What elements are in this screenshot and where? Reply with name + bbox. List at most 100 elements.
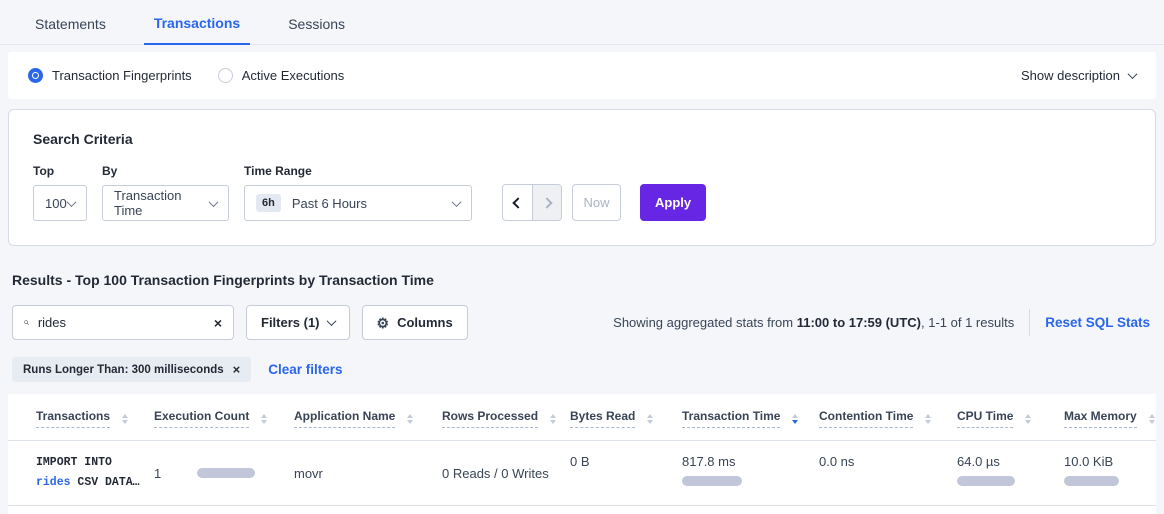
next-time-window-button[interactable] (532, 185, 561, 220)
time-range-field: Time Range 6h Past 6 Hours (244, 164, 472, 221)
column-header-contention-time[interactable]: Contention Time (819, 394, 957, 440)
transaction-time-value: 817.8 ms (682, 454, 819, 469)
stats-suffix: , 1-1 of 1 results (921, 315, 1014, 330)
gear-icon: ⚙ (377, 316, 390, 330)
execution-count-value: 1 (154, 466, 161, 481)
chevron-right-icon (541, 197, 552, 208)
sort-icon[interactable] (1025, 414, 1031, 424)
column-header-bytes-read[interactable]: Bytes Read (570, 394, 682, 440)
radio-selected-icon (28, 68, 43, 83)
rows-processed-cell: 0 Reads / 0 Writes (442, 441, 570, 505)
filter-tag: Runs Longer Than: 300 milliseconds × (12, 357, 251, 382)
show-description-toggle[interactable]: Show description (1021, 68, 1136, 83)
column-header-max-memory[interactable]: Max Memory (1064, 394, 1156, 440)
transaction-link[interactable]: rides (36, 476, 71, 489)
clear-search-icon[interactable]: × (214, 316, 222, 330)
clear-filters-link[interactable]: Clear filters (268, 362, 342, 377)
time-range-value: Past 6 Hours (292, 196, 453, 211)
sort-icon-active-desc[interactable] (792, 414, 798, 424)
tab-statements[interactable]: Statements (25, 16, 116, 44)
execution-count-cell: 1 (154, 441, 294, 505)
column-header-transaction-time[interactable]: Transaction Time (682, 394, 819, 440)
radio-transaction-fingerprints[interactable]: Transaction Fingerprints (28, 68, 192, 83)
tab-transactions[interactable]: Transactions (144, 15, 250, 45)
chevron-down-icon (452, 197, 462, 207)
cpu-time-cell: 64.0 µs (957, 441, 1064, 505)
bytes-read-cell: 0 B (570, 441, 682, 505)
column-header-transactions[interactable]: Transactions (36, 394, 154, 440)
table-header-row: Transactions Execution Count Application… (8, 394, 1156, 441)
filter-tag-label: Runs Longer Than: 300 milliseconds (23, 364, 224, 376)
results-title: Results - Top 100 Transaction Fingerprin… (12, 272, 1152, 288)
by-select-value: Transaction Time (114, 188, 210, 218)
application-name-cell: movr (294, 441, 442, 505)
statement-line-1: IMPORT INTO (36, 453, 154, 473)
search-box[interactable]: × (12, 305, 234, 340)
top-label: Top (33, 164, 87, 178)
columns-button[interactable]: ⚙ Columns (362, 305, 468, 340)
column-header-application-name[interactable]: Application Name (294, 394, 442, 440)
bytes-read-value: 0 B (570, 454, 590, 469)
tab-sessions[interactable]: Sessions (278, 16, 355, 44)
execution-count-bar (197, 468, 255, 478)
sort-icon[interactable] (550, 414, 556, 424)
show-description-label: Show description (1021, 68, 1120, 83)
results-table: Transactions Execution Count Application… (8, 394, 1156, 514)
sort-icon[interactable] (1149, 414, 1155, 424)
application-name-value: movr (294, 466, 323, 481)
radio-active-executions[interactable]: Active Executions (218, 68, 345, 83)
cpu-time-value: 64.0 µs (957, 454, 1064, 469)
vertical-divider (1029, 309, 1030, 336)
chevron-down-icon (326, 316, 336, 326)
column-header-execution-count[interactable]: Execution Count (154, 394, 294, 440)
rows-processed-value: 0 Reads / 0 Writes (442, 466, 549, 481)
sort-icon[interactable] (407, 414, 413, 424)
time-range-select[interactable]: 6h Past 6 Hours (244, 185, 472, 221)
stats-prefix: Showing aggregated stats from (613, 315, 793, 330)
view-toggle-bar: Transaction Fingerprints Active Executio… (8, 52, 1156, 99)
column-header-cpu-time[interactable]: CPU Time (957, 394, 1064, 440)
radio-unselected-icon (218, 68, 233, 83)
transaction-time-bar (682, 476, 742, 486)
now-button[interactable]: Now (572, 184, 621, 221)
by-label: By (102, 164, 229, 178)
filters-button[interactable]: Filters (1) (246, 305, 350, 340)
search-input[interactable] (38, 315, 214, 330)
chevron-down-icon (1128, 69, 1138, 79)
statement-line-2: rides CSV DATA… (36, 473, 154, 493)
column-header-rows-processed[interactable]: Rows Processed (442, 394, 570, 440)
search-criteria-card: Search Criteria Top 100 By Transaction T… (8, 109, 1156, 246)
time-range-label: Time Range (244, 164, 472, 178)
stats-time-range: 11:00 to 17:59 (UTC) (797, 315, 921, 330)
results-toolbar: × Filters (1) ⚙ Columns Showing aggregat… (12, 305, 1152, 340)
by-field: By Transaction Time (102, 164, 229, 221)
sort-icon[interactable] (647, 414, 653, 424)
remove-filter-icon[interactable]: × (233, 363, 241, 376)
time-window-stepper (502, 184, 562, 221)
contention-time-value: 0.0 ns (819, 454, 854, 469)
top-select[interactable]: 100 (33, 185, 87, 221)
radio-label: Active Executions (242, 68, 345, 83)
apply-button[interactable]: Apply (640, 184, 706, 221)
max-memory-cell: 10.0 KiB (1064, 441, 1156, 505)
sort-icon[interactable] (925, 414, 931, 424)
by-select[interactable]: Transaction Time (102, 185, 229, 221)
stats-summary: Showing aggregated stats from 11:00 to 1… (613, 309, 1152, 336)
chevron-left-icon (512, 197, 523, 208)
page-tabs: Statements Transactions Sessions (0, 0, 1164, 45)
contention-time-cell: 0.0 ns (819, 441, 957, 505)
columns-label: Columns (397, 315, 453, 330)
transaction-time-cell: 817.8 ms (682, 441, 819, 505)
sort-icon[interactable] (122, 414, 128, 424)
max-memory-bar (1064, 476, 1119, 486)
table-row: IMPORT INTO rides CSV DATA… 1 movr 0 Rea… (8, 441, 1156, 506)
search-icon (24, 316, 29, 329)
radio-label: Transaction Fingerprints (52, 68, 192, 83)
previous-time-window-button[interactable] (503, 185, 532, 220)
filters-label: Filters (1) (261, 315, 320, 330)
time-range-badge: 6h (256, 194, 281, 212)
reset-sql-stats-link[interactable]: Reset SQL Stats (1045, 315, 1152, 330)
active-filters-row: Runs Longer Than: 300 milliseconds × Cle… (12, 357, 1152, 382)
sort-icon[interactable] (261, 414, 267, 424)
search-criteria-title: Search Criteria (33, 131, 1131, 147)
